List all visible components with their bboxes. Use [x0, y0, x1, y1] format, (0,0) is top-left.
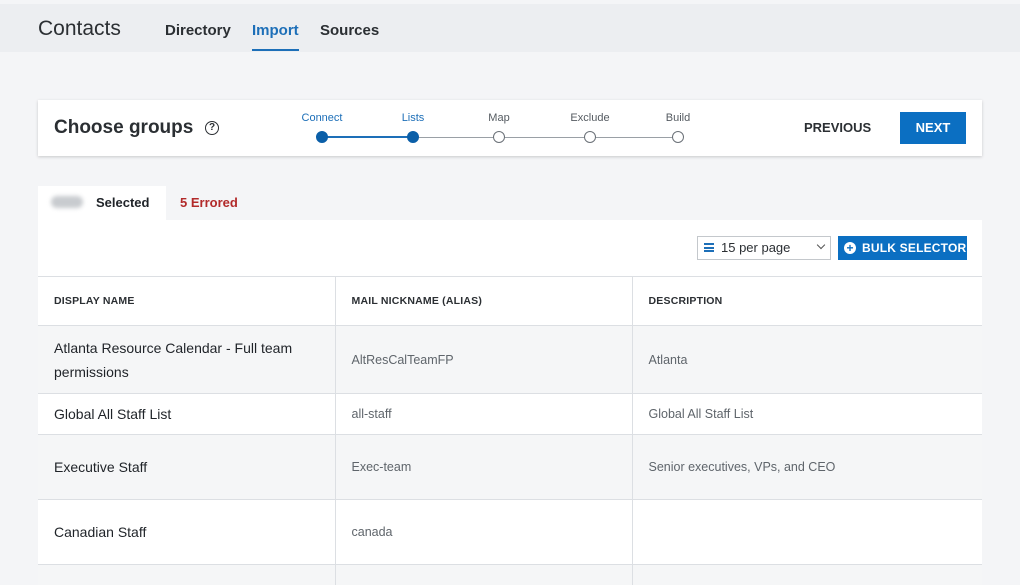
cell-alias: Exec-team [335, 435, 632, 500]
tab-errored[interactable]: 5 Errored [180, 195, 238, 210]
column-header-description[interactable]: DESCRIPTION [632, 277, 982, 326]
cell-description [632, 500, 982, 565]
step-dot-connect[interactable] [316, 131, 328, 143]
table-row[interactable]: Canadian Staff canada [38, 500, 982, 565]
cell-display-name: Executive Staff [38, 435, 335, 500]
list-icon [704, 243, 714, 252]
nav-tab-directory[interactable]: Directory [165, 22, 231, 49]
step-label-exclude: Exclude [570, 112, 609, 124]
cell-display-name: Atlanta Resource Calendar - Full team pe… [38, 326, 335, 394]
top-bar: Contacts Directory Import Sources [0, 4, 1020, 52]
redacted-count [51, 196, 83, 208]
page-title: Choose groups [54, 117, 193, 139]
step-label-lists: Lists [402, 112, 425, 124]
nav-tab-import[interactable]: Import [252, 22, 299, 51]
step-dot-lists[interactable] [407, 131, 419, 143]
step-label-connect: Connect [302, 112, 343, 124]
bulk-selector-label: BULK SELECTOR [862, 241, 966, 255]
app-title: Contacts [38, 17, 121, 41]
column-header-mail-nickname[interactable]: MAIL NICKNAME (ALIAS) [335, 277, 632, 326]
table-row[interactable] [38, 565, 982, 585]
plus-circle-icon: + [844, 242, 856, 254]
help-icon[interactable]: ? [205, 121, 219, 135]
cell-display-name: Global All Staff List [38, 394, 335, 435]
table-row[interactable]: Global All Staff List all-staff Global A… [38, 394, 982, 435]
stepper-line-connect-lists [322, 136, 413, 138]
cell-display-name [38, 565, 335, 585]
cell-alias: canada [335, 500, 632, 565]
cell-alias: AltResCalTeamFP [335, 326, 632, 394]
column-header-display-name[interactable]: DISPLAY NAME [38, 277, 335, 326]
per-page-select[interactable]: 15 per page [697, 236, 831, 260]
cell-description [632, 565, 982, 585]
groups-panel: 15 per page + BULK SELECTOR DISPLAY NAME… [38, 220, 982, 574]
per-page-label: 15 per page [721, 240, 790, 255]
tab-selected-label: Selected [96, 195, 149, 210]
cell-description: Global All Staff List [632, 394, 982, 435]
previous-button[interactable]: PREVIOUS [804, 120, 871, 135]
groups-table: DISPLAY NAME MAIL NICKNAME (ALIAS) DESCR… [38, 276, 982, 585]
step-dot-exclude[interactable] [584, 131, 596, 143]
step-dot-build[interactable] [672, 131, 684, 143]
table-row[interactable]: Atlanta Resource Calendar - Full team pe… [38, 326, 982, 394]
cell-alias: all-staff [335, 394, 632, 435]
step-dot-map[interactable] [493, 131, 505, 143]
bulk-selector-button[interactable]: + BULK SELECTOR [838, 236, 967, 260]
chevron-down-icon [817, 241, 825, 249]
nav-tab-sources[interactable]: Sources [320, 22, 379, 49]
cell-description: Atlanta [632, 326, 982, 394]
cell-display-name: Canadian Staff [38, 500, 335, 565]
tab-selected[interactable]: Selected [38, 186, 166, 220]
stepper-line-remaining [413, 137, 678, 138]
cell-description: Senior executives, VPs, and CEO [632, 435, 982, 500]
cell-alias [335, 565, 632, 585]
step-label-map: Map [488, 112, 509, 124]
next-button[interactable]: NEXT [900, 112, 966, 144]
step-label-build: Build [666, 112, 690, 124]
wizard-header: Choose groups ? Connect Lists Map Exclud… [38, 100, 982, 156]
table-row[interactable]: Executive Staff Exec-team Senior executi… [38, 435, 982, 500]
table-header-row: DISPLAY NAME MAIL NICKNAME (ALIAS) DESCR… [38, 277, 982, 326]
